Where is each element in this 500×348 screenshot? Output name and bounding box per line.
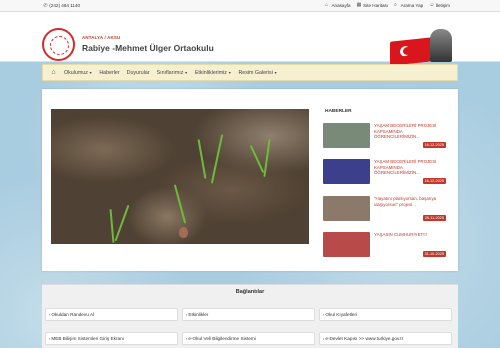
link-randevu[interactable]: ›Okuldan Randevu Al xyxy=(45,308,178,321)
school-city: ANTALYA / AKSU xyxy=(82,35,121,40)
news-date: 31-10-2025 xyxy=(422,251,446,257)
nav-item-resim-galerisi[interactable]: Resim Galerisi ▼ xyxy=(238,70,277,76)
top-link-label: Anasayfa xyxy=(331,3,351,8)
news-thumbnail[interactable] xyxy=(323,123,370,148)
link-meb-bilisim[interactable]: ›MEB Bilişim Sistemleri Giriş Ekranı xyxy=(45,332,178,345)
nav-item-etkinliklerimiz[interactable]: Etkinliklerimiz ▼ xyxy=(195,70,232,76)
news-headline[interactable]: YAŞAM BECERİLERİ PROJESİ KAPSAMINDA ÖĞRE… xyxy=(374,159,446,176)
top-link-label: İletişim xyxy=(435,3,450,8)
link-label: MEB Bilişim Sistemleri Giriş Ekranı xyxy=(51,336,125,341)
bulb-shape xyxy=(179,227,188,238)
news-thumbnail[interactable] xyxy=(323,159,370,184)
link-kiyafet[interactable]: ›Okul Kıyafetleri xyxy=(319,308,452,321)
top-link-home[interactable]: ⌂ Anasayfa xyxy=(324,2,351,9)
nav-label: Sınıflarımız xyxy=(156,69,184,76)
news-headline[interactable]: YAŞASIN CUMHURİYET!!! xyxy=(374,232,446,238)
news-thumbnail[interactable] xyxy=(323,232,370,257)
phone-icon: ✆ xyxy=(43,3,48,9)
nav-item-siniflarimiz[interactable]: Sınıflarımız ▼ xyxy=(157,70,188,76)
link-label: Okuldan Randevu Al xyxy=(51,312,95,317)
phone-number: ✆ (242) 464 1140 xyxy=(43,3,80,9)
sitemap-icon: ▦ xyxy=(356,2,362,8)
news-thumbnail[interactable] xyxy=(323,196,370,221)
link-edevlet[interactable]: ›e-Devlet Kapısı >> www.turkiye.gov.tr xyxy=(319,332,452,345)
nav-item-okulumuz[interactable]: Okulumuz ▼ xyxy=(64,70,92,76)
news-date: 16-12-2025 xyxy=(422,178,446,184)
top-link-label: Site Haritası xyxy=(363,3,389,8)
nav-item-haberler[interactable]: Haberler xyxy=(99,70,119,76)
top-link-sitemap[interactable]: ▦ Site Haritası xyxy=(356,2,389,9)
nav-label: Haberler xyxy=(99,69,120,76)
nav-label: Okulumuz xyxy=(64,69,88,76)
top-link-contact[interactable]: ☺ İletişim xyxy=(429,2,450,9)
school-name[interactable]: Rabiye -Mehmet Ülger Ortaokulu xyxy=(82,43,214,53)
meb-logo[interactable] xyxy=(42,28,75,61)
link-label: e-Devlet Kapısı >> www.turkiye.gov.tr xyxy=(325,336,404,341)
slider-photo xyxy=(51,109,309,244)
news-panel: HABERLER YAŞAM BECERİLERİ PROJESİ KAPSAM… xyxy=(323,109,449,265)
news-item[interactable]: YAŞASIN CUMHURİYET!!! 31-10-2025 xyxy=(323,232,449,268)
home-icon: ⌂ xyxy=(51,69,56,76)
nav-label: Duyurular xyxy=(126,69,150,76)
image-slider[interactable] xyxy=(51,109,309,244)
home-icon: ⌂ xyxy=(324,2,328,8)
news-headline[interactable]: YAŞAM BECERİLERİ PROJESİ KAPSAMINDA ÖĞRE… xyxy=(374,123,446,140)
top-links: ⌂ Anasayfa ▦ Site Haritası ⌕ Arama Yap ☺ İle… xyxy=(324,2,450,9)
top-bar: ✆ (242) 464 1140 ⌂ Anasayfa ▦ Site Haritas… xyxy=(0,0,500,12)
link-eokul[interactable]: ›e-Okul Veli Bilgilendirme Sistemi xyxy=(182,332,315,345)
link-label: Etkinlikler xyxy=(188,312,209,317)
phone-text: (242) 464 1140 xyxy=(49,3,81,8)
link-etkinlikler[interactable]: ›Etkinlikler xyxy=(182,308,315,321)
search-icon: ⌕ xyxy=(394,2,397,8)
nav-home[interactable]: ⌂ xyxy=(50,69,57,76)
caret-down-icon: ▼ xyxy=(88,70,93,75)
news-date: 16-12-2025 xyxy=(422,142,446,148)
ataturk-portrait-image xyxy=(430,29,452,62)
nav-label: Resim Galerisi xyxy=(238,69,273,76)
top-link-label: Arama Yap xyxy=(400,3,424,8)
link-label: Okul Kıyafetleri xyxy=(325,312,358,317)
news-item[interactable]: YAŞAM BECERİLERİ PROJESİ KAPSAMINDA ÖĞRE… xyxy=(323,159,449,195)
links-panel: Bağlantılar ›Okuldan Randevu Al ›Etkinli… xyxy=(42,284,458,348)
main-nav: ⌂ Okulumuz ▼ Haberler Duyurular Sınıfları… xyxy=(42,64,458,81)
caret-down-icon: ▼ xyxy=(273,70,278,75)
link-label: e-Okul Veli Bilgilendirme Sistemi xyxy=(188,336,256,341)
caret-down-icon: ▼ xyxy=(184,70,188,75)
user-icon: ☺ xyxy=(429,2,435,8)
links-title: Bağlantılar xyxy=(235,289,265,295)
news-headline[interactable]: "Hayatını planlıyorsan, başarıya ulaşıyo… xyxy=(374,196,446,207)
news-date: 25-11-2025 xyxy=(422,215,446,221)
caret-down-icon: ▼ xyxy=(227,70,232,75)
nav-item-duyurular[interactable]: Duyurular xyxy=(127,70,150,76)
main-content: HABERLER YAŞAM BECERİLERİ PROJESİ KAPSAM… xyxy=(42,89,458,271)
nav-label: Etkinliklerimiz xyxy=(194,69,227,76)
news-item[interactable]: "Hayatını planlıyorsan, başarıya ulaşıyo… xyxy=(323,196,449,232)
news-title: HABERLER xyxy=(325,109,352,114)
site-header: ANTALYA / AKSU Rabiye -Mehmet Ülger Orta… xyxy=(0,12,500,66)
news-item[interactable]: YAŞAM BECERİLERİ PROJESİ KAPSAMINDA ÖĞRE… xyxy=(323,123,449,159)
top-link-search[interactable]: ⌕ Arama Yap xyxy=(394,2,424,9)
